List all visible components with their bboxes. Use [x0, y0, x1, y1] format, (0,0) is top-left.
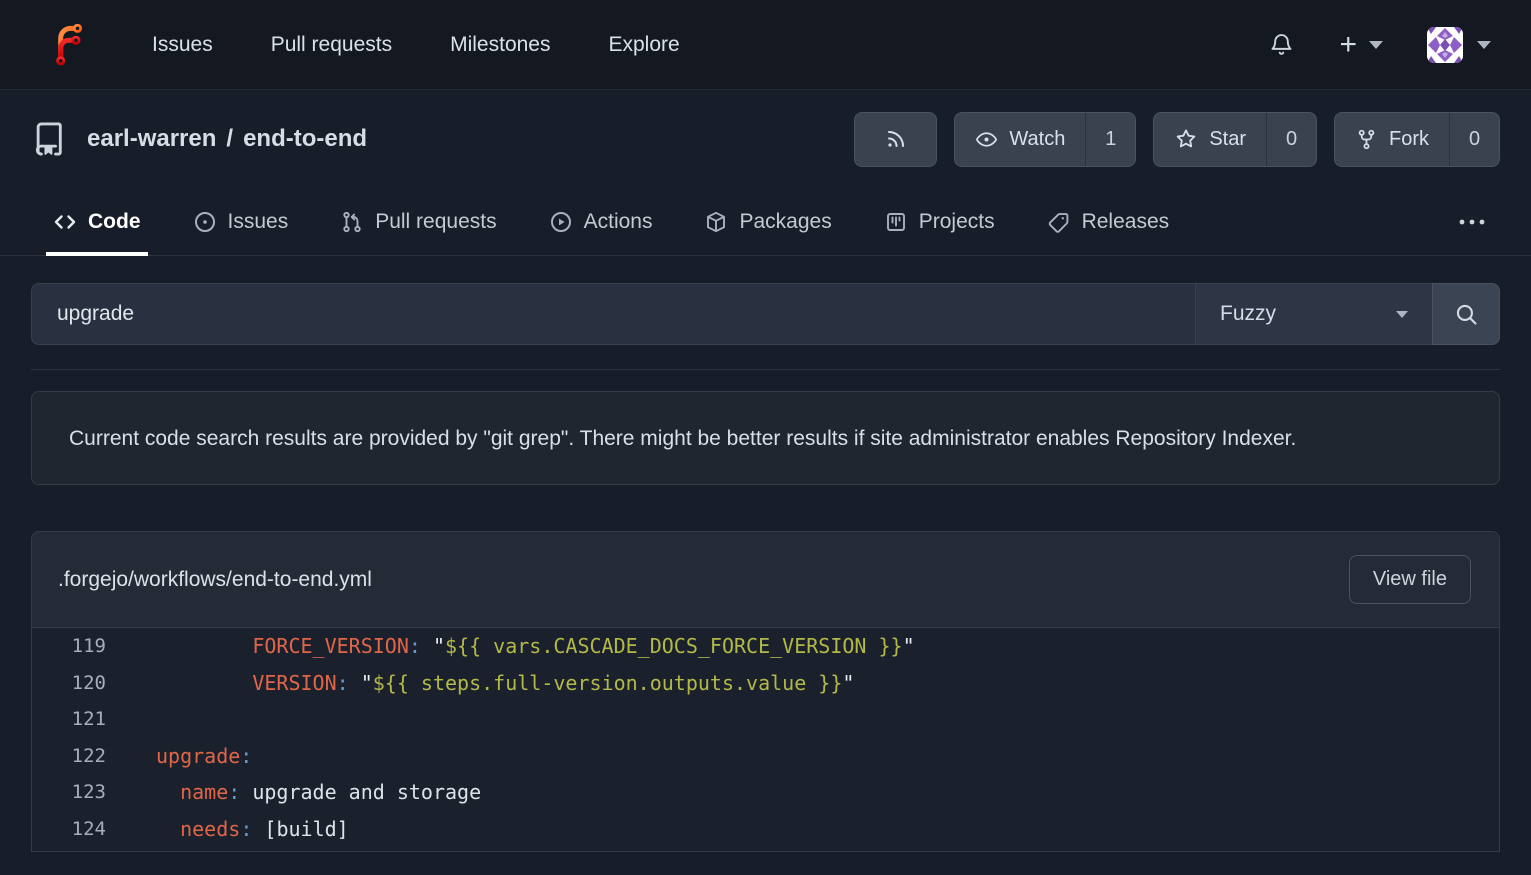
watch-button[interactable]: Watch: [955, 113, 1085, 166]
repo-separator: /: [226, 125, 233, 153]
project-icon: [884, 210, 908, 234]
code-text: upgrade:: [156, 744, 252, 768]
search-result-card: .forgejo/workflows/end-to-end.yml View f…: [31, 531, 1500, 852]
issue-icon: [193, 210, 217, 234]
code-line: 124 needs: [build]: [32, 811, 1499, 848]
view-file-button[interactable]: View file: [1349, 555, 1471, 604]
play-icon: [549, 210, 573, 234]
code-line: 122 upgrade:: [32, 738, 1499, 775]
code-text: VERSION: "${{ steps.full-version.outputs…: [156, 671, 854, 695]
code-icon: [53, 210, 77, 234]
avatar-identicon: [1427, 27, 1463, 63]
plus-icon: +: [1339, 30, 1357, 60]
tab-releases-label: Releases: [1082, 210, 1170, 234]
tab-packages-label: Packages: [739, 210, 831, 234]
line-number: 119: [32, 635, 106, 657]
tab-issues-label: Issues: [228, 210, 289, 234]
rss-feed-button[interactable]: [854, 112, 937, 167]
chevron-down-icon: [1396, 311, 1408, 318]
eye-icon: [975, 128, 998, 151]
indexer-notice: Current code search results are provided…: [31, 391, 1500, 485]
tab-pull-requests-label: Pull requests: [375, 210, 496, 234]
search-mode-select[interactable]: Fuzzy: [1195, 283, 1432, 345]
chevron-down-icon: [1369, 41, 1383, 49]
tab-overflow-button[interactable]: [1457, 188, 1487, 255]
star-button-group: Star 0: [1153, 112, 1317, 167]
kebab-horizontal-icon: [1457, 210, 1487, 234]
fork-button-group: Fork 0: [1334, 112, 1500, 167]
nav-link-milestones[interactable]: Milestones: [450, 33, 550, 57]
repo-owner-link[interactable]: earl-warren: [87, 125, 216, 153]
tab-releases[interactable]: Releases: [1044, 188, 1173, 255]
top-navbar: Issues Pull requests Milestones Explore …: [0, 0, 1531, 90]
bell-icon: [1268, 31, 1295, 58]
code-search-bar: Fuzzy: [31, 283, 1500, 345]
tab-actions[interactable]: Actions: [546, 188, 656, 255]
code-line: 119 FORCE_VERSION: "${{ vars.CASCADE_DOC…: [32, 628, 1499, 665]
navbar-links: Issues Pull requests Milestones Explore: [152, 33, 680, 57]
user-menu-button[interactable]: [1427, 27, 1491, 63]
section-divider: [31, 369, 1500, 370]
pull-request-icon: [340, 210, 364, 234]
create-new-button[interactable]: +: [1339, 30, 1383, 60]
result-file-path[interactable]: .forgejo/workflows/end-to-end.yml: [58, 568, 372, 592]
forgejo-logo[interactable]: [48, 24, 90, 66]
star-label: Star: [1209, 128, 1246, 151]
fork-icon: [1355, 128, 1378, 151]
code-line: 120 VERSION: "${{ steps.full-version.out…: [32, 665, 1499, 702]
repo-book-icon: [31, 120, 69, 158]
nav-link-explore[interactable]: Explore: [609, 33, 680, 57]
star-button[interactable]: Star: [1154, 113, 1266, 166]
code-line: 123 name: upgrade and storage: [32, 774, 1499, 811]
star-count[interactable]: 0: [1266, 113, 1316, 166]
rss-icon: [884, 127, 908, 151]
fork-button[interactable]: Fork: [1335, 113, 1449, 166]
line-number: 121: [32, 708, 106, 730]
repo-name-link[interactable]: end-to-end: [243, 125, 367, 153]
search-icon: [1454, 302, 1479, 327]
line-number: 122: [32, 745, 106, 767]
tag-icon: [1047, 210, 1071, 234]
avatar: [1427, 27, 1463, 63]
package-icon: [704, 210, 728, 234]
search-input[interactable]: [31, 283, 1195, 345]
tab-packages[interactable]: Packages: [701, 188, 834, 255]
tab-pull-requests[interactable]: Pull requests: [337, 188, 499, 255]
notifications-button[interactable]: [1268, 31, 1295, 58]
fork-label: Fork: [1389, 128, 1429, 151]
repo-title: earl-warren / end-to-end: [87, 125, 367, 153]
tab-actions-label: Actions: [584, 210, 653, 234]
repo-action-buttons: Watch 1 Star 0 Fork 0: [854, 112, 1500, 167]
indexer-notice-text: Current code search results are provided…: [69, 427, 1296, 450]
search-button[interactable]: [1432, 283, 1500, 345]
code-text: FORCE_VERSION: "${{ vars.CASCADE_DOCS_FO…: [156, 634, 915, 658]
tab-code[interactable]: Code: [50, 188, 144, 255]
tab-code-label: Code: [88, 210, 141, 234]
navbar-right: +: [1268, 27, 1491, 63]
line-number: 123: [32, 781, 106, 803]
tab-projects[interactable]: Projects: [881, 188, 998, 255]
watch-count[interactable]: 1: [1085, 113, 1135, 166]
watch-label: Watch: [1009, 128, 1065, 151]
fork-count[interactable]: 0: [1449, 113, 1499, 166]
tab-issues[interactable]: Issues: [190, 188, 292, 255]
forgejo-logo-icon: [48, 24, 90, 66]
watch-button-group: Watch 1: [954, 112, 1136, 167]
nav-link-issues[interactable]: Issues: [152, 33, 213, 57]
code-text: name: upgrade and storage: [156, 780, 481, 804]
star-icon: [1174, 127, 1198, 151]
repo-header: earl-warren / end-to-end Watch 1: [0, 90, 1531, 188]
tab-projects-label: Projects: [919, 210, 995, 234]
line-number: 124: [32, 818, 106, 840]
search-mode-value: Fuzzy: [1220, 302, 1276, 326]
code-block: 119 FORCE_VERSION: "${{ vars.CASCADE_DOC…: [32, 628, 1499, 851]
repo-tab-bar: Code Issues Pull requests Actions Packag…: [0, 188, 1531, 256]
line-number: 120: [32, 672, 106, 694]
nav-link-pull-requests[interactable]: Pull requests: [271, 33, 392, 57]
chevron-down-icon: [1477, 41, 1491, 49]
result-file-header: .forgejo/workflows/end-to-end.yml View f…: [32, 532, 1499, 628]
code-text: needs: [build]: [156, 817, 349, 841]
code-line: 121: [32, 701, 1499, 738]
